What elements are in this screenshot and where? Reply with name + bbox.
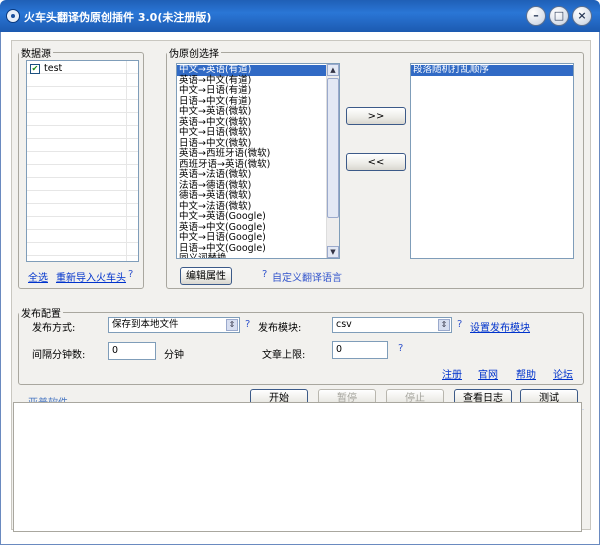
pseudo-option-item[interactable]: 中文→日语(微软) xyxy=(177,127,327,139)
select-all-link[interactable]: 全选 xyxy=(28,269,48,284)
publish-module-select[interactable]: csv ⇕ xyxy=(332,317,452,333)
publish-method-help-icon[interactable]: ? xyxy=(245,319,250,330)
pseudo-option-item[interactable]: 英语→西班牙语(微软) xyxy=(177,148,327,160)
article-limit-label: 文章上限: xyxy=(262,350,306,361)
reimport-help-icon[interactable]: ? xyxy=(128,269,133,280)
dropdown-arrow-icon[interactable]: ⇕ xyxy=(438,319,450,331)
publish-method-label: 发布方式: xyxy=(32,323,76,334)
remove-option-button[interactable]: << xyxy=(346,153,406,171)
set-publish-module-link[interactable]: 设置发布模块 xyxy=(470,319,530,334)
window-frame: 数据源 ✔ test 全选 重新导入火车头 ? 伪原创选择 中文→英语(有道) 英语… xyxy=(0,32,600,545)
help-link[interactable]: 帮助 xyxy=(516,366,536,381)
publish-module-value: csv xyxy=(336,319,352,330)
custom-language-help-icon[interactable]: ? xyxy=(262,269,267,280)
publish-group: 发布配置 xyxy=(18,305,584,385)
app-icon[interactable] xyxy=(6,9,20,23)
reimport-link[interactable]: 重新导入火车头 xyxy=(56,269,126,284)
log-output[interactable] xyxy=(13,402,582,532)
scroll-thumb[interactable] xyxy=(327,78,339,218)
pseudo-scrollbar[interactable]: ▲ ▼ xyxy=(326,64,339,258)
edit-properties-button[interactable]: 编辑属性 xyxy=(180,267,232,285)
datasource-list[interactable]: ✔ test xyxy=(26,60,139,262)
pseudo-option-item[interactable]: 中文→英语(有道) xyxy=(177,64,327,76)
publish-legend: 发布配置 xyxy=(21,309,61,320)
interval-input[interactable]: 0 xyxy=(108,342,156,360)
pseudo-option-item[interactable]: 中文→日语(有道) xyxy=(177,85,327,97)
article-limit-help-icon[interactable]: ? xyxy=(398,343,403,354)
publish-module-label: 发布模块: xyxy=(258,323,302,334)
selected-option-item[interactable]: 段落随机打乱顺序 xyxy=(411,64,573,76)
maximize-button[interactable]: □ xyxy=(549,6,569,26)
pseudo-options-list[interactable]: 中文→英语(有道) 英语→中文(有道) 中文→日语(有道) 日语→中文(有道) 中文→英… xyxy=(176,63,340,259)
pseudo-option-item[interactable]: 中文→英语(微软) xyxy=(177,106,327,118)
publish-method-value: 保存到本地文件 xyxy=(112,319,179,330)
publish-method-select[interactable]: 保存到本地文件 ⇕ xyxy=(108,317,240,333)
close-button[interactable]: × xyxy=(572,6,592,26)
pseudo-option-item[interactable]: 德语→英语(微软) xyxy=(177,190,327,202)
custom-language-link[interactable]: 自定义翻译语言 xyxy=(272,269,342,284)
register-link[interactable]: 注册 xyxy=(442,366,462,381)
publish-module-help-icon[interactable]: ? xyxy=(457,319,462,330)
selected-options-items: 段落随机打乱顺序 xyxy=(411,64,573,76)
pseudo-option-item[interactable]: 中文→英语(Google) xyxy=(177,211,327,223)
minimize-button[interactable]: – xyxy=(526,6,546,26)
list-column-divider xyxy=(27,61,127,261)
scroll-up-icon[interactable]: ▲ xyxy=(327,64,339,76)
add-option-button[interactable]: >> xyxy=(346,107,406,125)
list-item[interactable]: ✔ test xyxy=(30,63,62,74)
article-limit-input[interactable]: 0 xyxy=(332,341,388,359)
pseudo-option-item[interactable]: 中文→日语(Google) xyxy=(177,232,327,244)
scroll-down-icon[interactable]: ▼ xyxy=(327,246,339,258)
datasource-item-label: test xyxy=(44,63,63,74)
check-icon[interactable]: ✔ xyxy=(30,63,40,74)
pseudo-options-items: 中文→英语(有道) 英语→中文(有道) 中文→日语(有道) 日语→中文(有道) 中文→英… xyxy=(177,64,327,258)
pseudo-option-item[interactable]: 英语→法语(微软) xyxy=(177,169,327,181)
interval-label: 间隔分钟数: xyxy=(32,350,86,361)
title-bar: 火车头翻译伪原创插件 3.0(未注册版) – □ × xyxy=(0,0,600,32)
website-link[interactable]: 官网 xyxy=(478,366,498,381)
window-title: 火车头翻译伪原创插件 3.0(未注册版) xyxy=(24,11,212,24)
interval-unit: 分钟 xyxy=(164,350,184,361)
forum-link[interactable]: 论坛 xyxy=(553,366,573,381)
selected-options-list[interactable]: 段落随机打乱顺序 xyxy=(410,63,574,259)
pseudo-option-item[interactable]: 同义词替换 xyxy=(177,253,327,258)
dropdown-arrow-icon[interactable]: ⇕ xyxy=(226,319,238,331)
pseudo-legend: 伪原创选择 xyxy=(169,49,219,60)
datasource-legend: 数据源 xyxy=(21,49,51,60)
